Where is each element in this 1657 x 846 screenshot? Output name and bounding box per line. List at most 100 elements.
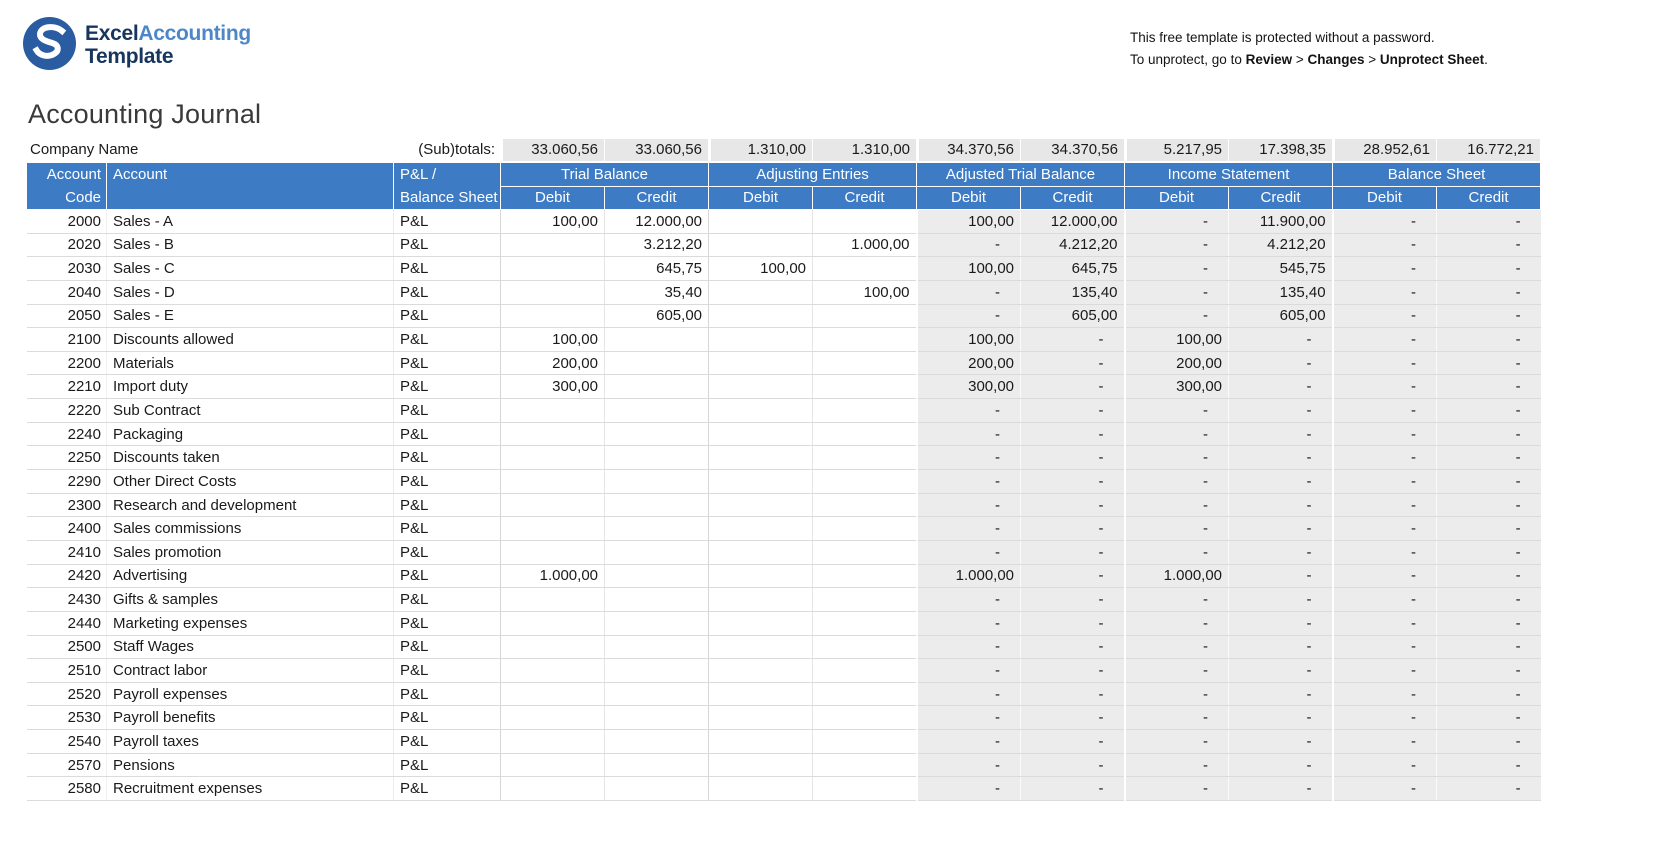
value-cell[interactable] [501, 446, 605, 470]
account-name-cell[interactable]: Sub Contract [107, 399, 394, 423]
value-cell[interactable]: - [1021, 564, 1125, 588]
value-cell[interactable]: 100,00 [709, 257, 813, 281]
value-cell[interactable]: - [1229, 470, 1333, 494]
value-cell[interactable]: 4.212,20 [1021, 233, 1125, 257]
value-cell[interactable]: - [1333, 493, 1437, 517]
pl-bs-cell[interactable]: P&L [394, 706, 501, 730]
value-cell[interactable] [709, 351, 813, 375]
value-cell[interactable]: - [917, 611, 1021, 635]
value-cell[interactable] [501, 777, 605, 801]
value-cell[interactable]: - [1125, 493, 1229, 517]
value-cell[interactable]: - [1229, 706, 1333, 730]
value-cell[interactable]: - [917, 777, 1021, 801]
value-cell[interactable]: - [917, 422, 1021, 446]
value-cell[interactable]: - [917, 446, 1021, 470]
value-cell[interactable]: - [1333, 422, 1437, 446]
value-cell[interactable] [813, 682, 917, 706]
value-cell[interactable] [709, 446, 813, 470]
account-code-cell[interactable]: 2430 [27, 588, 107, 612]
value-cell[interactable]: - [1021, 635, 1125, 659]
value-cell[interactable]: - [1437, 375, 1541, 399]
account-name-cell[interactable]: Payroll taxes [107, 730, 394, 754]
value-cell[interactable] [605, 540, 709, 564]
value-cell[interactable]: - [1229, 564, 1333, 588]
value-cell[interactable] [709, 304, 813, 328]
value-cell[interactable]: - [1229, 659, 1333, 683]
account-name-cell[interactable]: Sales - D [107, 280, 394, 304]
account-code-cell[interactable]: 2400 [27, 517, 107, 541]
value-cell[interactable] [605, 588, 709, 612]
pl-bs-cell[interactable]: P&L [394, 351, 501, 375]
value-cell[interactable]: - [1333, 682, 1437, 706]
value-cell[interactable]: - [1333, 517, 1437, 541]
value-cell[interactable]: - [1021, 470, 1125, 494]
value-cell[interactable]: - [1021, 540, 1125, 564]
value-cell[interactable]: - [1437, 517, 1541, 541]
value-cell[interactable] [605, 706, 709, 730]
value-cell[interactable]: 645,75 [605, 257, 709, 281]
pl-bs-cell[interactable]: P&L [394, 564, 501, 588]
value-cell[interactable]: - [1437, 777, 1541, 801]
value-cell[interactable]: 12.000,00 [1021, 210, 1125, 234]
value-cell[interactable] [813, 351, 917, 375]
value-cell[interactable]: - [917, 540, 1021, 564]
value-cell[interactable]: 100,00 [917, 257, 1021, 281]
value-cell[interactable]: - [1021, 493, 1125, 517]
value-cell[interactable]: 200,00 [917, 351, 1021, 375]
pl-bs-cell[interactable]: P&L [394, 611, 501, 635]
value-cell[interactable]: - [1437, 470, 1541, 494]
account-code-cell[interactable]: 2290 [27, 470, 107, 494]
value-cell[interactable]: - [1125, 540, 1229, 564]
value-cell[interactable] [709, 517, 813, 541]
value-cell[interactable]: - [1333, 777, 1437, 801]
account-code-cell[interactable]: 2440 [27, 611, 107, 635]
value-cell[interactable]: - [1437, 257, 1541, 281]
value-cell[interactable]: - [917, 730, 1021, 754]
value-cell[interactable]: 3.212,20 [605, 233, 709, 257]
value-cell[interactable] [709, 777, 813, 801]
value-cell[interactable]: - [1437, 422, 1541, 446]
value-cell[interactable]: - [1021, 682, 1125, 706]
value-cell[interactable] [813, 777, 917, 801]
value-cell[interactable]: - [1021, 375, 1125, 399]
account-code-cell[interactable]: 2220 [27, 399, 107, 423]
value-cell[interactable]: - [1125, 659, 1229, 683]
account-name-cell[interactable]: Sales - C [107, 257, 394, 281]
value-cell[interactable]: - [1437, 753, 1541, 777]
value-cell[interactable]: - [1229, 635, 1333, 659]
value-cell[interactable]: 135,40 [1229, 280, 1333, 304]
account-code-cell[interactable]: 2020 [27, 233, 107, 257]
value-cell[interactable]: - [1229, 682, 1333, 706]
value-cell[interactable]: - [1021, 351, 1125, 375]
value-cell[interactable]: - [1229, 540, 1333, 564]
value-cell[interactable]: - [917, 517, 1021, 541]
account-name-cell[interactable]: Contract labor [107, 659, 394, 683]
value-cell[interactable]: - [1437, 399, 1541, 423]
value-cell[interactable]: 100,00 [813, 280, 917, 304]
value-cell[interactable]: - [1021, 399, 1125, 423]
value-cell[interactable]: - [1437, 588, 1541, 612]
value-cell[interactable]: - [917, 399, 1021, 423]
value-cell[interactable] [605, 328, 709, 352]
value-cell[interactable] [605, 659, 709, 683]
subtotal-cell[interactable]: 1.310,00 [708, 139, 812, 161]
value-cell[interactable]: 100,00 [1125, 328, 1229, 352]
account-code-cell[interactable]: 2050 [27, 304, 107, 328]
value-cell[interactable]: - [1437, 635, 1541, 659]
account-code-cell[interactable]: 2250 [27, 446, 107, 470]
value-cell[interactable]: - [1125, 730, 1229, 754]
value-cell[interactable]: 605,00 [1021, 304, 1125, 328]
pl-bs-cell[interactable]: P&L [394, 682, 501, 706]
value-cell[interactable]: - [1333, 706, 1437, 730]
value-cell[interactable] [813, 659, 917, 683]
account-name-cell[interactable]: Sales - A [107, 210, 394, 234]
subtotal-cell[interactable]: 17.398,35 [1228, 139, 1332, 161]
account-code-cell[interactable]: 2030 [27, 257, 107, 281]
pl-bs-cell[interactable]: P&L [394, 470, 501, 494]
value-cell[interactable] [605, 446, 709, 470]
value-cell[interactable]: - [1125, 233, 1229, 257]
value-cell[interactable]: - [1333, 635, 1437, 659]
value-cell[interactable]: - [1021, 753, 1125, 777]
value-cell[interactable] [605, 399, 709, 423]
account-name-cell[interactable]: Materials [107, 351, 394, 375]
